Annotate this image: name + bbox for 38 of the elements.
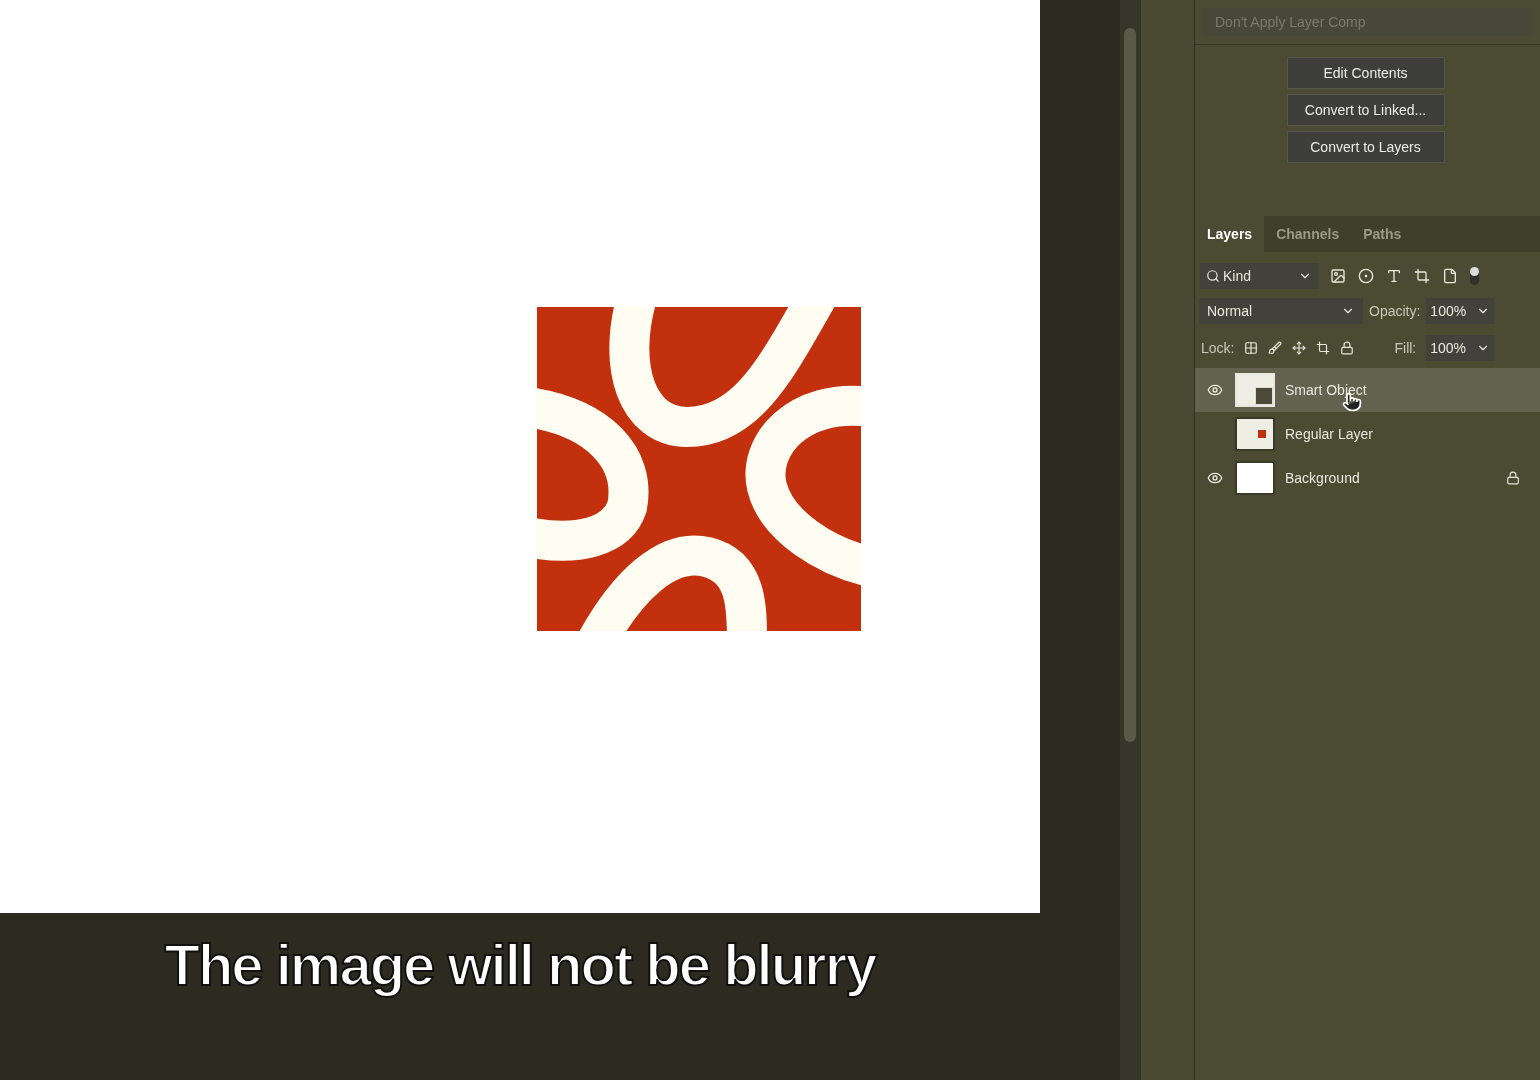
panel-button[interactable]: Convert to Layers bbox=[1286, 131, 1445, 163]
type-filter-icon[interactable] bbox=[1386, 268, 1402, 284]
layer-name: Background bbox=[1285, 468, 1361, 488]
artwork-mini-icon bbox=[1258, 430, 1266, 438]
visibility-eye-icon[interactable] bbox=[1207, 470, 1223, 486]
lock-pixels-icon[interactable] bbox=[1244, 341, 1259, 355]
panel-tab[interactable]: Channels bbox=[1264, 216, 1352, 252]
search-icon bbox=[1206, 269, 1220, 283]
shape-filter-icon[interactable] bbox=[1414, 268, 1430, 284]
layer-thumbnail bbox=[1235, 461, 1275, 495]
blend-mode-dropdown[interactable]: Normal bbox=[1199, 298, 1363, 324]
layer-row[interactable]: Background bbox=[1195, 456, 1540, 500]
lock-all-icon[interactable] bbox=[1340, 341, 1355, 355]
lock-label: Lock: bbox=[1201, 338, 1235, 358]
lock-artboard-icon[interactable] bbox=[1316, 341, 1331, 355]
lock-position-icon[interactable] bbox=[1292, 341, 1307, 355]
layer-row[interactable]: Regular Layer bbox=[1195, 412, 1540, 456]
fill-field[interactable]: 100% bbox=[1426, 335, 1495, 361]
filter-dropdown[interactable]: Kind bbox=[1200, 263, 1318, 289]
panel-tab[interactable]: Layers bbox=[1195, 216, 1265, 252]
layer-name: Regular Layer bbox=[1285, 424, 1374, 444]
lock-paint-icon[interactable] bbox=[1268, 341, 1283, 355]
video-caption: The image will not be blurry bbox=[164, 931, 876, 999]
panel-button[interactable]: Convert to Linked... bbox=[1286, 94, 1445, 126]
scrollbar-thumb[interactable] bbox=[1124, 28, 1136, 742]
panel-button[interactable]: Edit Contents bbox=[1286, 57, 1445, 89]
smart-object-filter-icon[interactable] bbox=[1442, 268, 1458, 284]
image-filter-icon[interactable] bbox=[1330, 268, 1346, 284]
adjustment-filter-icon[interactable] bbox=[1358, 268, 1374, 284]
fill-label: Fill: bbox=[1394, 338, 1417, 358]
opacity-field[interactable]: 100% bbox=[1426, 298, 1495, 324]
filter-toggle-icon[interactable] bbox=[1470, 267, 1479, 285]
layer-row[interactable]: Smart Object bbox=[1195, 368, 1540, 412]
smart-object-badge-icon bbox=[1255, 387, 1273, 405]
opacity-label: Opacity: bbox=[1369, 301, 1421, 321]
visibility-eye-icon[interactable] bbox=[1207, 382, 1223, 398]
layer-name: Smart Object bbox=[1285, 380, 1368, 400]
panel-tab[interactable]: Paths bbox=[1351, 216, 1414, 252]
